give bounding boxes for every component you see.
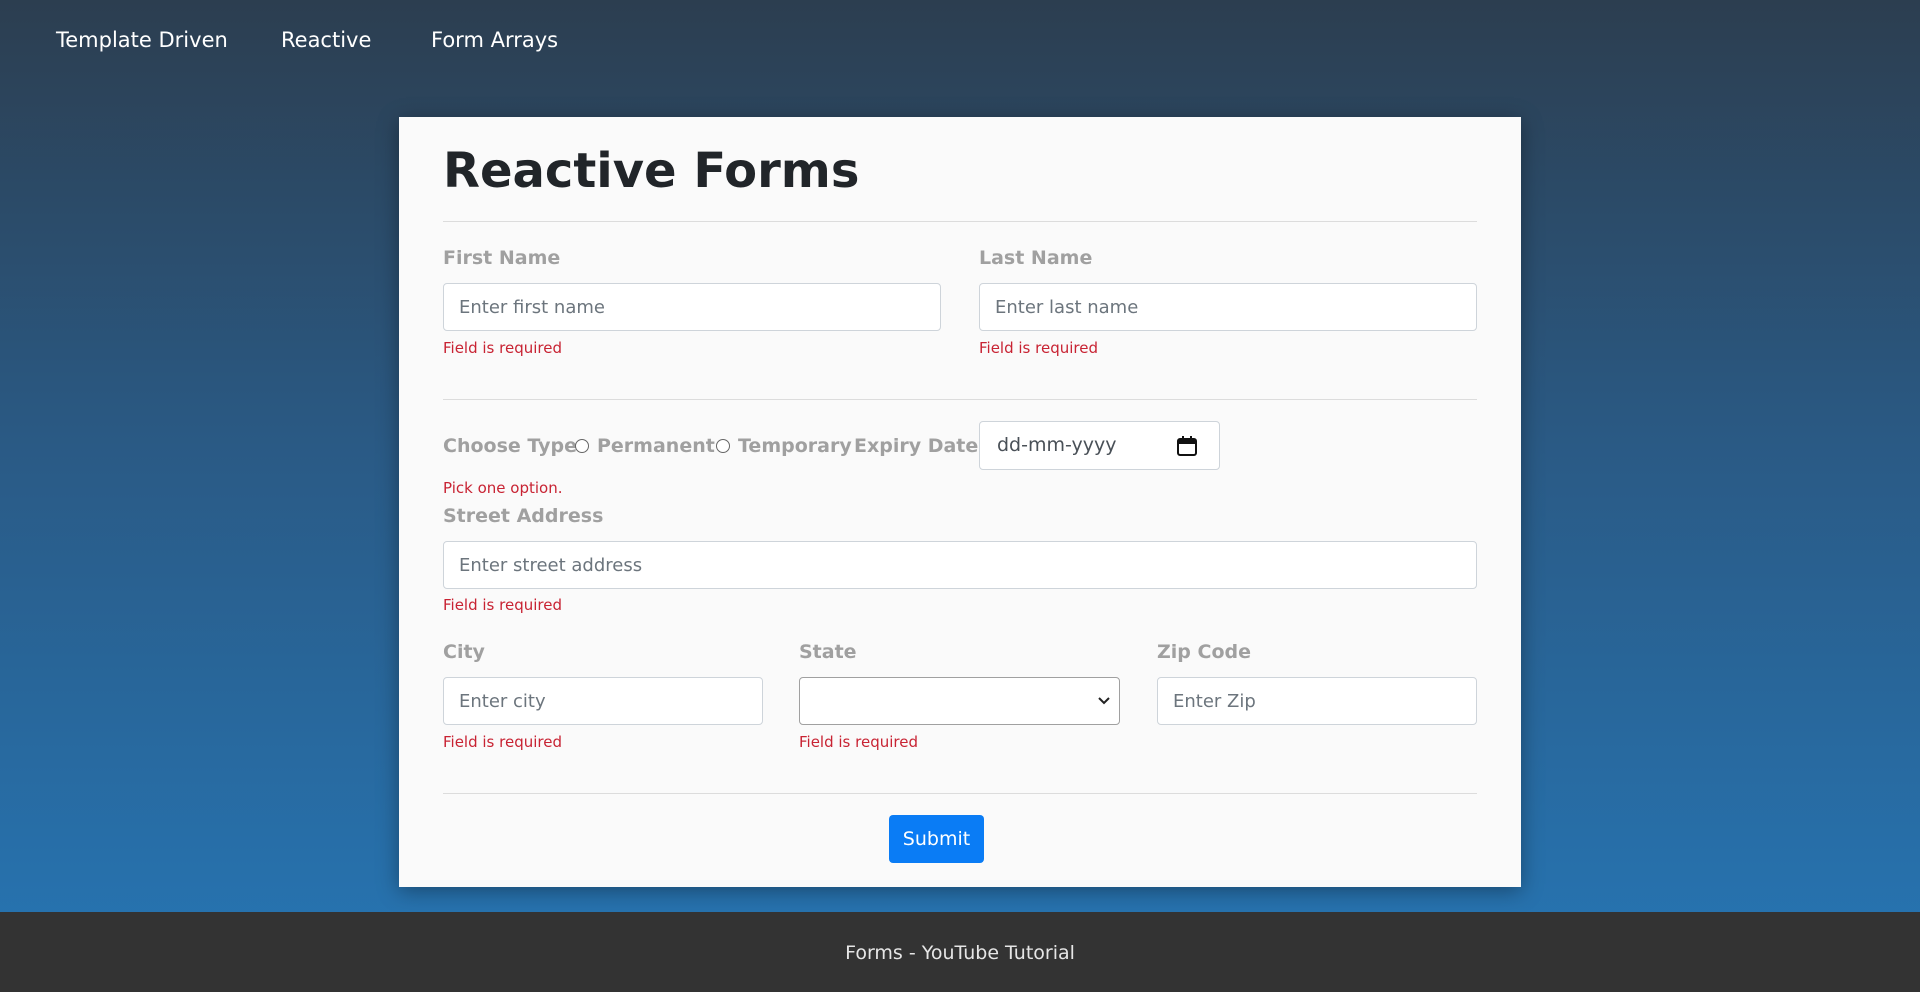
radio-permanent[interactable] xyxy=(575,439,589,453)
divider xyxy=(443,399,1477,400)
top-navigation: Template Driven Reactive Form Arrays xyxy=(0,0,1920,86)
nav-link-template-driven[interactable]: Template Driven xyxy=(56,28,228,52)
zip-code-input[interactable] xyxy=(1157,677,1477,725)
form-card: Reactive Forms First Name Field is requi… xyxy=(399,117,1521,887)
expiry-date-input[interactable]: dd-mm-yyyy xyxy=(979,421,1220,470)
nav-link-form-arrays[interactable]: Form Arrays xyxy=(431,28,558,52)
street-address-error: Field is required xyxy=(443,596,562,614)
state-select[interactable] xyxy=(799,677,1120,725)
street-address-label: Street Address xyxy=(443,505,604,527)
radio-permanent-label[interactable]: Permanent xyxy=(597,435,715,457)
nav-link-reactive[interactable]: Reactive xyxy=(281,28,371,52)
last-name-input[interactable] xyxy=(979,283,1477,331)
footer-text: Forms - YouTube Tutorial xyxy=(845,942,1075,964)
first-name-label: First Name xyxy=(443,247,561,269)
last-name-label: Last Name xyxy=(979,247,1093,269)
street-address-input[interactable] xyxy=(443,541,1477,589)
last-name-error: Field is required xyxy=(979,339,1098,357)
city-error: Field is required xyxy=(443,733,562,751)
first-name-error: Field is required xyxy=(443,339,562,357)
calendar-icon[interactable] xyxy=(1176,435,1198,457)
state-error: Field is required xyxy=(799,733,918,751)
radio-temporary[interactable] xyxy=(716,439,730,453)
expiry-date-label: Expiry Date xyxy=(854,435,979,457)
choose-type-label: Choose Type xyxy=(443,435,577,457)
radio-temporary-label[interactable]: Temporary xyxy=(738,435,852,457)
city-input[interactable] xyxy=(443,677,763,725)
footer: Forms - YouTube Tutorial xyxy=(0,912,1920,992)
zip-code-label: Zip Code xyxy=(1157,641,1251,663)
first-name-input[interactable] xyxy=(443,283,941,331)
submit-button[interactable]: Submit xyxy=(889,815,984,863)
city-label: City xyxy=(443,641,485,663)
choose-type-error: Pick one option. xyxy=(443,479,563,497)
divider xyxy=(443,793,1477,794)
divider xyxy=(443,221,1477,222)
date-placeholder: dd-mm-yyyy xyxy=(997,434,1117,456)
page-title: Reactive Forms xyxy=(443,143,860,199)
state-label: State xyxy=(799,641,857,663)
chevron-down-icon xyxy=(1098,697,1110,705)
